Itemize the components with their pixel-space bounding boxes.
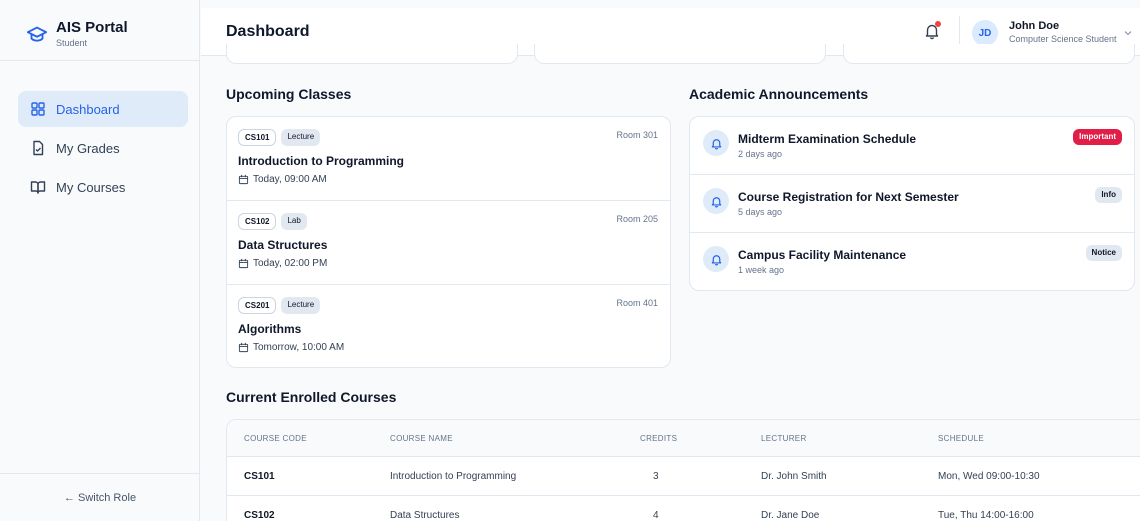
announcement-title: Midterm Examination Schedule bbox=[738, 132, 917, 146]
brand[interactable]: AIS Portal Student bbox=[0, 8, 200, 61]
calendar-icon bbox=[238, 258, 249, 269]
course-name-cell: Data Structures bbox=[390, 509, 460, 521]
room-label: Room 205 bbox=[616, 214, 658, 224]
table-row[interactable]: CS101 Introduction to Programming 3 Dr. … bbox=[227, 457, 1140, 496]
user-role: Computer Science Student bbox=[1009, 34, 1117, 44]
course-code-tag: CS102 bbox=[238, 213, 277, 230]
class-time: Today, 02:00 PM bbox=[253, 258, 328, 269]
room-label: Room 301 bbox=[616, 130, 658, 140]
announcement-title: Course Registration for Next Semester bbox=[738, 190, 959, 204]
column-header[interactable]: COURSE CODE bbox=[244, 420, 307, 456]
course-code-cell: CS101 bbox=[244, 470, 275, 482]
class-item[interactable]: CS102 Lab Room 205 Data Structures Today… bbox=[227, 201, 670, 285]
column-header[interactable]: SCHEDULE bbox=[938, 420, 984, 456]
stat-card bbox=[843, 44, 1135, 64]
important-badge: Important bbox=[1073, 129, 1122, 145]
class-item[interactable]: CS201 Lecture Room 401 Algorithms Tomorr… bbox=[227, 285, 670, 367]
column-header[interactable]: LECTURER bbox=[761, 420, 807, 456]
stat-card bbox=[534, 44, 826, 64]
sidebar-item-label: My Grades bbox=[56, 140, 120, 156]
schedule-cell: Mon, Wed 09:00-10:30 bbox=[938, 470, 1040, 482]
courses-table: COURSE CODE COURSE NAME CREDITS LECTURER… bbox=[226, 419, 1140, 521]
column-header[interactable]: CREDITS bbox=[640, 420, 677, 456]
lecturer-cell: Dr. Jane Doe bbox=[761, 509, 820, 521]
room-label: Room 401 bbox=[616, 298, 658, 308]
stat-card bbox=[226, 44, 518, 64]
sidebar-item-dashboard[interactable]: Dashboard bbox=[18, 91, 188, 127]
class-name: Algorithms bbox=[238, 322, 302, 336]
class-type-tag: Lecture bbox=[281, 297, 321, 314]
sidebar-item-my-courses[interactable]: My Courses bbox=[18, 169, 188, 205]
sidebar: AIS Portal Student Dashboard My Grades M… bbox=[0, 0, 200, 521]
announcements-title: Academic Announcements bbox=[689, 86, 869, 102]
sidebar-nav: Dashboard My Grades My Courses bbox=[18, 91, 188, 208]
class-time: Today, 09:00 AM bbox=[253, 174, 327, 185]
calendar-icon bbox=[238, 174, 249, 185]
grid-icon bbox=[31, 102, 45, 116]
class-time-row: Today, 02:00 PM bbox=[238, 258, 659, 269]
course-code-cell: CS102 bbox=[244, 509, 275, 521]
notification-dot bbox=[935, 21, 941, 27]
info-badge: Info bbox=[1095, 187, 1122, 203]
class-time-row: Tomorrow, 10:00 AM bbox=[238, 342, 659, 353]
page-title: Dashboard bbox=[226, 23, 310, 40]
sidebar-item-my-grades[interactable]: My Grades bbox=[18, 130, 188, 166]
notifications-button[interactable] bbox=[923, 21, 941, 40]
table-row[interactable]: CS102 Data Structures 4 Dr. Jane Doe Tue… bbox=[227, 496, 1140, 521]
class-time-row: Today, 09:00 AM bbox=[238, 174, 659, 185]
course-code-tag: CS201 bbox=[238, 297, 277, 314]
announcement-icon-wrap bbox=[703, 130, 729, 156]
course-code-tag: CS101 bbox=[238, 129, 277, 146]
bell-icon bbox=[711, 196, 721, 207]
graduation-cap-icon bbox=[26, 26, 48, 42]
announcement-time: 1 week ago bbox=[738, 265, 785, 275]
class-type-tag: Lecture bbox=[281, 129, 321, 146]
class-time: Tomorrow, 10:00 AM bbox=[253, 342, 345, 353]
announcement-title: Campus Facility Maintenance bbox=[738, 248, 907, 262]
brand-title: AIS Portal bbox=[56, 19, 128, 36]
chevron-down-icon[interactable] bbox=[1123, 28, 1133, 38]
class-type-tag: Lab bbox=[281, 213, 307, 230]
announcement-item[interactable]: Midterm Examination Schedule 2 days ago … bbox=[690, 117, 1134, 175]
notice-badge: Notice bbox=[1085, 245, 1122, 261]
upcoming-classes-title: Upcoming Classes bbox=[226, 86, 352, 102]
announcement-icon-wrap bbox=[703, 188, 729, 214]
class-name: Data Structures bbox=[238, 238, 328, 252]
course-name-cell: Introduction to Programming bbox=[390, 470, 517, 482]
sidebar-item-label: Dashboard bbox=[56, 101, 120, 117]
bell-icon bbox=[711, 254, 721, 265]
announcement-icon-wrap bbox=[703, 246, 729, 272]
enrolled-courses-title: Current Enrolled Courses bbox=[226, 389, 397, 405]
sidebar-item-label: My Courses bbox=[56, 179, 126, 195]
calendar-icon bbox=[238, 342, 249, 353]
class-item[interactable]: CS101 Lecture Room 301 Introduction to P… bbox=[227, 117, 670, 201]
announcements-card: Midterm Examination Schedule 2 days ago … bbox=[689, 116, 1135, 291]
file-check-icon bbox=[33, 140, 44, 156]
upcoming-classes-card: CS101 Lecture Room 301 Introduction to P… bbox=[226, 116, 671, 368]
user-name[interactable]: John Doe bbox=[1009, 20, 1059, 32]
credits-cell: 4 bbox=[653, 509, 659, 521]
avatar[interactable]: JD bbox=[972, 20, 998, 46]
schedule-cell: Tue, Thu 14:00-16:00 bbox=[938, 509, 1034, 521]
announcement-item[interactable]: Campus Facility Maintenance 1 week ago N… bbox=[690, 233, 1134, 290]
table-header-row: COURSE CODE COURSE NAME CREDITS LECTURER… bbox=[227, 420, 1140, 457]
announcement-time: 2 days ago bbox=[738, 149, 783, 159]
book-open-icon bbox=[30, 181, 46, 194]
class-name: Introduction to Programming bbox=[238, 154, 404, 168]
brand-subtitle: Student bbox=[56, 38, 88, 48]
credits-cell: 3 bbox=[653, 470, 659, 482]
lecturer-cell: Dr. John Smith bbox=[761, 470, 827, 482]
announcement-time: 5 days ago bbox=[738, 207, 783, 217]
column-header[interactable]: COURSE NAME bbox=[390, 420, 453, 456]
bell-icon bbox=[711, 138, 721, 149]
announcement-item[interactable]: Course Registration for Next Semester 5 … bbox=[690, 175, 1134, 233]
switch-role-button[interactable]: ← Switch Role bbox=[0, 473, 200, 521]
